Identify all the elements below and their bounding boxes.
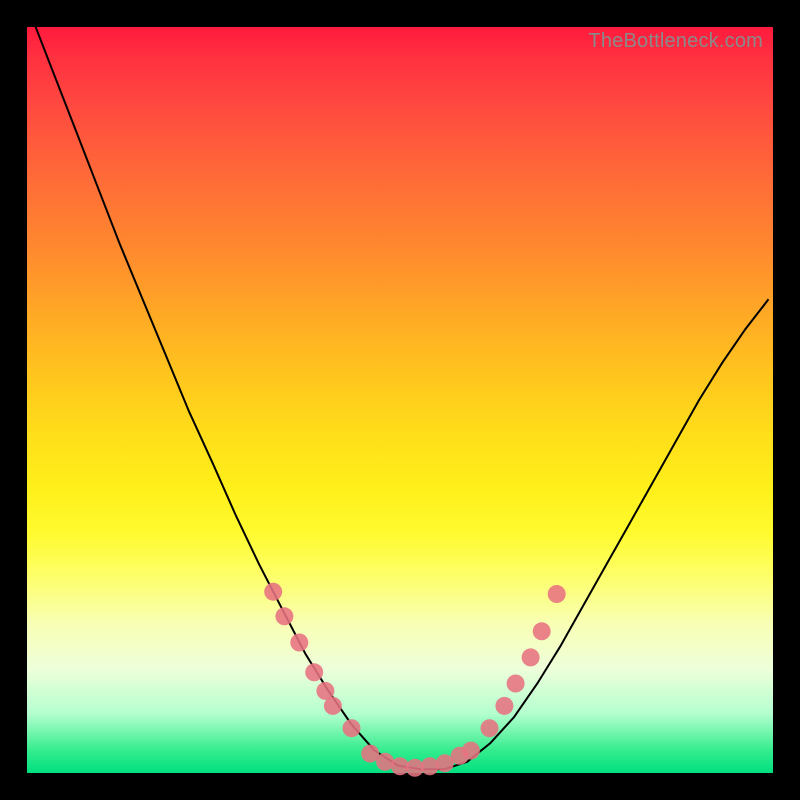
- marker-dot: [522, 648, 540, 666]
- bottleneck-curve: [27, 5, 769, 770]
- marker-dot: [548, 585, 566, 603]
- marker-dot: [264, 583, 282, 601]
- marker-dot: [507, 675, 525, 693]
- marker-dot: [481, 719, 499, 737]
- chart-frame: TheBottleneck.com: [0, 0, 800, 800]
- marker-dot: [324, 697, 342, 715]
- marker-dot: [305, 663, 323, 681]
- plot-area: TheBottleneck.com: [27, 27, 773, 773]
- marker-dot: [462, 742, 480, 760]
- marker-dot: [495, 697, 513, 715]
- marker-dot: [533, 622, 551, 640]
- chart-svg: [27, 27, 773, 773]
- marker-dot: [290, 634, 308, 652]
- marker-dot: [343, 719, 361, 737]
- marker-dot: [275, 607, 293, 625]
- marker-group: [264, 583, 566, 777]
- marker-dot: [421, 757, 439, 775]
